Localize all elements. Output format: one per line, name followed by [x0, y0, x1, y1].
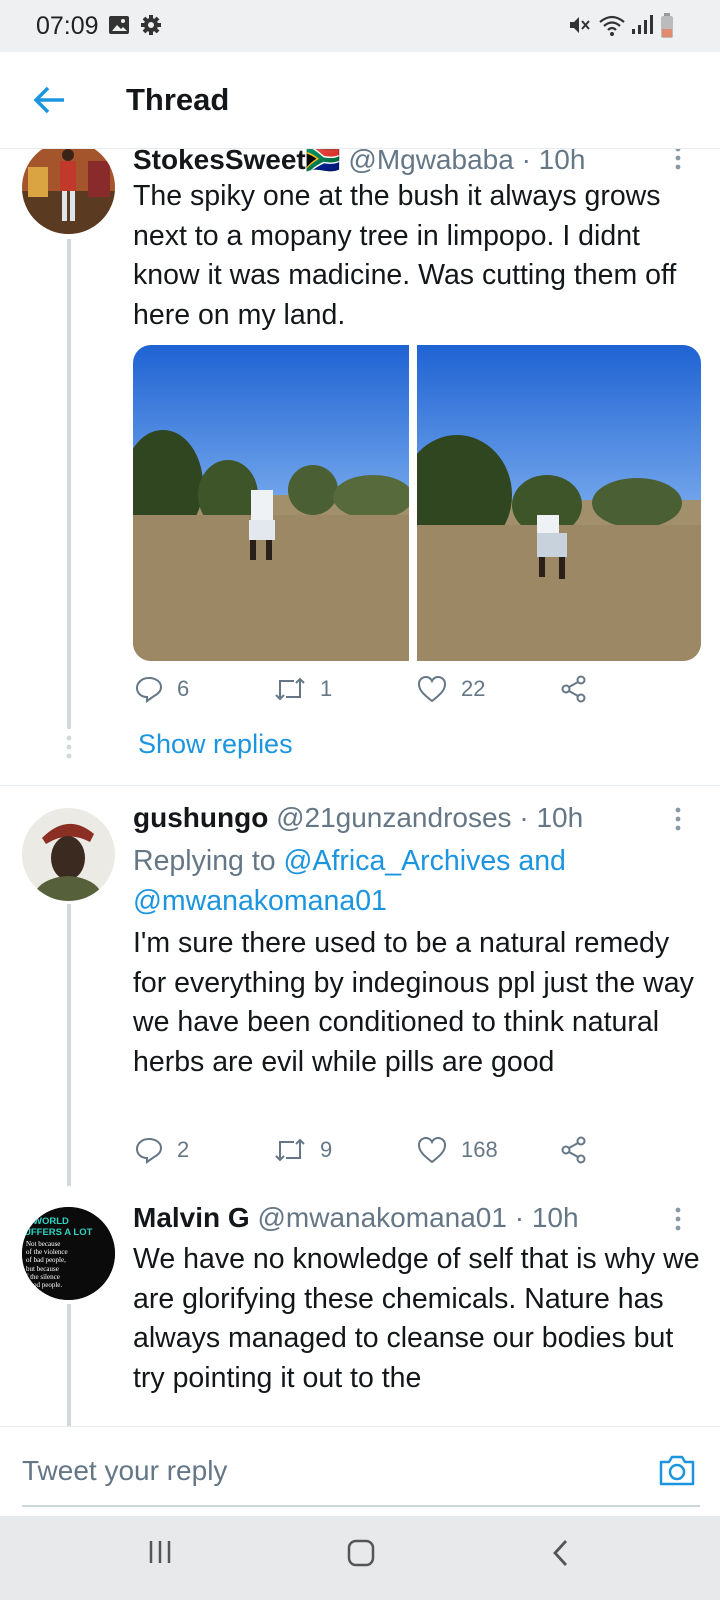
- tweet-text: We have no knowledge of self that is why…: [133, 1243, 700, 1394]
- share-icon: [561, 1136, 586, 1164]
- signal-icon: [632, 15, 653, 34]
- avatar[interactable]: E WORLD UFFERS A LOT Not because of the …: [22, 1207, 115, 1300]
- thread-line: [67, 239, 71, 729]
- like-count: 22: [461, 676, 486, 701]
- battery-icon: [661, 13, 673, 38]
- mute-icon: [570, 17, 590, 33]
- image-icon: [109, 16, 129, 34]
- input-underline: [22, 1505, 700, 1507]
- photo-1[interactable]: [133, 345, 409, 661]
- avatar-text: good people.: [26, 1281, 62, 1289]
- avatar-text: UFFERS A LOT: [24, 1227, 93, 1238]
- tweet-text: I'm sure there used to be a natural reme…: [133, 927, 694, 1078]
- like-count: 168: [461, 1137, 498, 1162]
- reply-input[interactable]: Tweet your reply: [22, 1455, 227, 1487]
- tweet-media[interactable]: [133, 345, 701, 661]
- home-icon[interactable]: [346, 1538, 376, 1568]
- share-button[interactable]: [560, 675, 588, 703]
- thread-line: [67, 904, 71, 1186]
- nav-back-icon[interactable]: [550, 1538, 572, 1568]
- status-time: 07:09: [36, 12, 99, 40]
- more-icon[interactable]: [668, 1206, 688, 1232]
- avatar[interactable]: [22, 808, 115, 901]
- photo-2[interactable]: [417, 345, 701, 661]
- avatar-text: f the silence: [26, 1273, 60, 1281]
- retweet-button[interactable]: 1: [274, 675, 332, 703]
- reply-icon: [135, 676, 163, 703]
- avatar-text: E WORLD: [24, 1216, 69, 1227]
- avatar-text: of the violence: [26, 1248, 68, 1256]
- share-button[interactable]: [560, 1136, 588, 1164]
- retweet-count: 9: [320, 1137, 333, 1162]
- avatar-text: Not because: [26, 1240, 60, 1248]
- replying-to: Replying to @Africa_Archives and @mwanak…: [133, 842, 708, 921]
- thread-dots: [66, 735, 72, 759]
- user-name[interactable]: Malvin G: [133, 1202, 250, 1233]
- replying-and: and: [510, 845, 566, 877]
- settings-icon: [141, 15, 161, 35]
- avatar-text: but because: [26, 1265, 59, 1273]
- more-icon[interactable]: [668, 806, 688, 832]
- system-nav-bar: [0, 1516, 720, 1600]
- recents-icon[interactable]: [146, 1538, 174, 1566]
- user-name[interactable]: gushungo: [133, 802, 268, 833]
- reply-button[interactable]: 6: [135, 675, 189, 703]
- reply-count: 2: [177, 1137, 190, 1162]
- tweet-time: · 10h: [519, 802, 584, 833]
- show-replies-link[interactable]: Show replies: [138, 729, 293, 760]
- mention-link[interactable]: @Africa_Archives: [284, 845, 511, 877]
- thread-line: [67, 1304, 71, 1426]
- retweet-icon: [275, 677, 305, 701]
- tweet-header: StokesSweet🇿🇦 @Mgwababa · 10h: [133, 149, 585, 176]
- retweet-icon: [275, 1138, 305, 1162]
- user-handle[interactable]: @21gunzandroses: [276, 802, 511, 833]
- share-icon: [561, 675, 586, 703]
- tweet[interactable]: gushungo @21gunzandroses · 10h Replying …: [0, 786, 720, 1186]
- back-arrow-icon[interactable]: [30, 80, 70, 120]
- tweet-time: · 10h: [521, 149, 586, 175]
- page-title: Thread: [126, 82, 230, 117]
- tweet[interactable]: E WORLD UFFERS A LOT Not because of the …: [0, 1186, 720, 1426]
- wifi-icon: [599, 15, 625, 36]
- avatar[interactable]: [22, 149, 115, 234]
- tweet[interactable]: StokesSweet🇿🇦 @Mgwababa · 10h The spiky …: [0, 149, 720, 785]
- mention-link[interactable]: @mwanakomana01: [133, 885, 387, 917]
- like-button[interactable]: 168: [417, 1136, 498, 1164]
- like-button[interactable]: 22: [417, 675, 485, 703]
- user-handle[interactable]: @Mgwababa: [348, 149, 513, 175]
- thread-feed[interactable]: StokesSweet🇿🇦 @Mgwababa · 10h The spiky …: [0, 149, 720, 1426]
- like-icon: [417, 675, 447, 703]
- tweet-header: Malvin G @mwanakomana01 · 10h: [133, 1202, 579, 1234]
- status-bar: 07:09: [0, 0, 720, 52]
- retweet-count: 1: [320, 676, 333, 701]
- replying-prefix: Replying to: [133, 845, 284, 877]
- more-icon[interactable]: [668, 149, 688, 171]
- tweet-text: The spiky one at the bush it always grow…: [133, 180, 677, 331]
- app-header: Thread: [0, 52, 720, 149]
- reply-count: 6: [177, 676, 190, 701]
- user-handle[interactable]: @mwanakomana01: [257, 1202, 506, 1233]
- reply-composer: Tweet your reply: [0, 1426, 720, 1517]
- reply-button[interactable]: 2: [135, 1136, 189, 1164]
- user-name[interactable]: StokesSweet🇿🇦: [133, 149, 341, 175]
- avatar-text: of bad people,: [26, 1256, 66, 1264]
- tweet-time: · 10h: [514, 1202, 579, 1233]
- retweet-button[interactable]: 9: [274, 1136, 332, 1164]
- like-icon: [417, 1136, 447, 1164]
- reply-icon: [135, 1137, 163, 1164]
- tweet-actions: 2 9 168: [135, 1136, 655, 1176]
- camera-icon[interactable]: [658, 1453, 696, 1487]
- tweet-header: gushungo @21gunzandroses · 10h: [133, 802, 583, 834]
- tweet-actions: 6 1 22: [135, 675, 655, 715]
